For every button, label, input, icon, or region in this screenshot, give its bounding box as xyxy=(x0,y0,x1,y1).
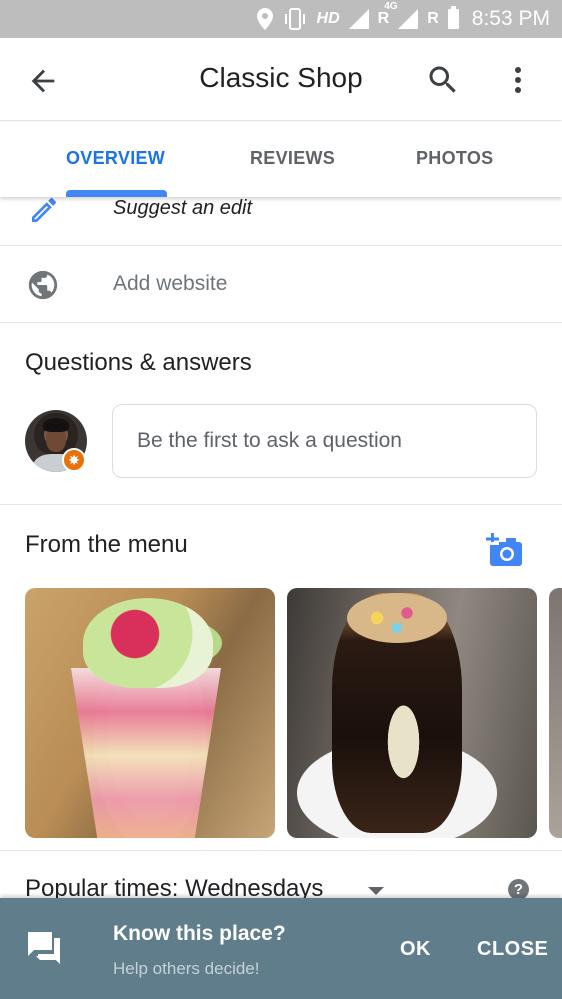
app-bar: Classic Shop xyxy=(0,38,562,121)
status-bar: HD R 4G R 8:53 PM xyxy=(0,0,562,38)
tab-reviews[interactable]: REVIEWS xyxy=(250,148,335,169)
avatar-hair xyxy=(43,418,69,432)
know-this-place-snackbar: Know this place? Help others decide! OK … xyxy=(0,898,562,999)
clock: 8:53 PM xyxy=(471,7,550,30)
local-guide-badge-icon: ✸ xyxy=(62,448,86,472)
page-title: Classic Shop xyxy=(199,62,363,93)
photo-sprinkles-shape xyxy=(347,593,447,643)
screen: HD R 4G R 8:53 PM Classic Shop Suggest a… xyxy=(0,0,562,999)
ok-button[interactable]: OK xyxy=(400,938,431,961)
menu-heading: From the menu xyxy=(25,531,188,558)
search-icon[interactable] xyxy=(425,62,461,98)
roaming-indicator: R xyxy=(377,10,390,27)
tab-photos[interactable]: PHOTOS xyxy=(416,148,493,169)
ask-question-placeholder: Be the first to ask a question xyxy=(137,429,402,452)
menu-section: From the menu xyxy=(0,505,562,851)
photo-topping-shape xyxy=(83,598,213,688)
add-photo-icon[interactable] xyxy=(486,533,524,567)
pencil-icon xyxy=(28,194,60,226)
more-vert-icon[interactable] xyxy=(506,64,530,96)
vibrate-icon xyxy=(282,8,308,30)
active-tab-indicator xyxy=(66,190,167,197)
add-website-label: Add website xyxy=(113,272,228,295)
suggest-edit-label: Suggest an edit xyxy=(113,197,252,219)
dropdown-arrow-icon[interactable] xyxy=(368,887,384,895)
battery-icon xyxy=(447,6,459,29)
tab-overview[interactable]: OVERVIEW xyxy=(66,148,165,169)
help-icon[interactable]: ? xyxy=(508,879,529,900)
menu-photo[interactable] xyxy=(287,588,537,838)
questions-heading: Questions & answers xyxy=(25,349,252,376)
signal-4g-icon: 4G xyxy=(384,1,419,29)
hd-indicator: HD xyxy=(316,10,340,27)
menu-photo[interactable] xyxy=(25,588,275,838)
questions-section: Questions & answers ✸ Be the first to as… xyxy=(0,323,562,505)
chat-bubbles-icon xyxy=(26,930,62,964)
close-button[interactable]: CLOSE xyxy=(477,938,548,961)
ask-question-input[interactable]: Be the first to ask a question xyxy=(112,404,537,478)
signal-icon xyxy=(348,9,369,29)
tab-bar: OVERVIEW REVIEWS PHOTOS xyxy=(0,122,562,197)
snackbar-title: Know this place? xyxy=(113,922,286,945)
globe-icon xyxy=(26,268,60,302)
snackbar-subtitle: Help others decide! xyxy=(113,959,260,978)
photo-cup-shape xyxy=(71,668,221,838)
location-icon xyxy=(256,8,273,30)
network-type-label: 4G xyxy=(384,1,398,12)
roaming-indicator-2: R xyxy=(427,10,439,27)
add-website-row[interactable]: Add website xyxy=(0,246,562,323)
menu-photo[interactable] xyxy=(549,588,562,838)
